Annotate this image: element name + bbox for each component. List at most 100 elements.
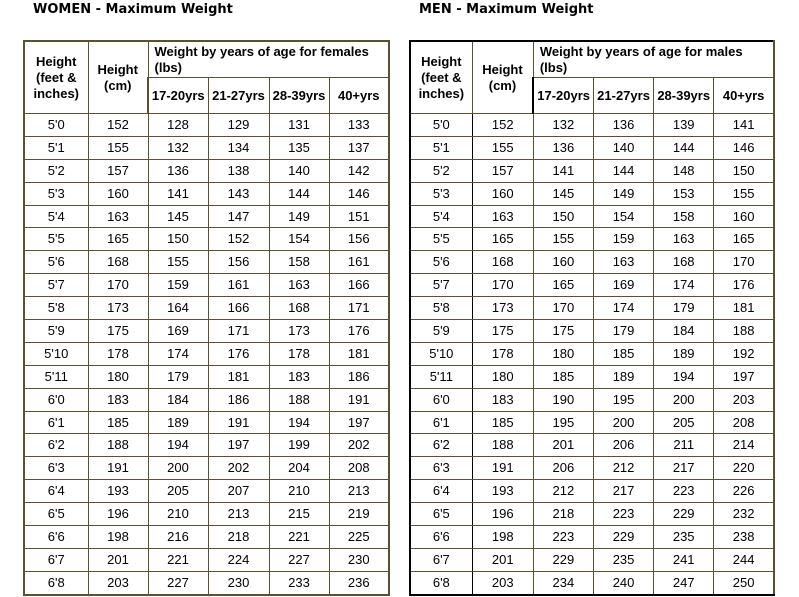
table-row: 5'7 170 159 161 163 166 (23, 273, 391, 298)
header-height-ft: Height (feet & inches) (408, 40, 473, 114)
cell-weight-40-plus: 142 (328, 158, 391, 183)
table-row: 5'2 157 136 138 140 142 (23, 158, 391, 183)
cell-weight-40-plus: 208 (713, 410, 776, 435)
cell-height-ft: 5'7 (23, 273, 89, 298)
cell-weight-17-20: 223 (532, 525, 594, 549)
cell-weight-21-27: 129 (207, 113, 270, 137)
cell-height-cm: 163 (87, 204, 149, 229)
cell-height-cm: 173 (471, 296, 534, 321)
cell-weight-17-20: 170 (532, 296, 594, 321)
cell-height-ft: 6'4 (23, 479, 89, 504)
cell-weight-17-20: 221 (147, 547, 209, 572)
cell-height-ft: 6'5 (408, 502, 473, 527)
cell-height-ft: 5'2 (408, 158, 473, 183)
cell-weight-21-27: 163 (592, 250, 655, 275)
cell-height-cm: 180 (87, 364, 149, 389)
cell-height-cm: 178 (87, 341, 149, 366)
cell-height-ft: 5'10 (23, 341, 89, 366)
cell-weight-28-39: 194 (268, 410, 330, 435)
cell-weight-21-27: 191 (207, 410, 270, 435)
cell-height-ft: 5'5 (408, 227, 473, 252)
table-row: 6'3 191 206 212 217 220 (408, 456, 776, 481)
cell-weight-28-39: 144 (653, 135, 715, 160)
cell-weight-17-20: 218 (532, 502, 594, 527)
cell-weight-17-20: 132 (147, 135, 209, 160)
cell-weight-21-27: 207 (207, 479, 270, 504)
cell-weight-28-39: 184 (653, 319, 715, 343)
cell-weight-40-plus: 244 (713, 547, 776, 572)
cell-height-ft: 5'5 (23, 227, 89, 252)
cell-height-ft: 6'2 (23, 433, 89, 458)
cell-weight-28-39: 168 (268, 296, 330, 321)
cell-weight-28-39: 200 (653, 387, 715, 412)
cell-weight-21-27: 169 (592, 273, 655, 298)
cell-weight-40-plus: 166 (328, 273, 391, 298)
table-row: 5'1 155 132 134 135 137 (23, 135, 391, 160)
table-row: 6'5 196 210 213 215 219 (23, 502, 391, 527)
table-row: 6'4 193 205 207 210 213 (23, 479, 391, 504)
cell-weight-40-plus: 214 (713, 433, 776, 458)
cell-weight-21-27: 240 (592, 570, 655, 596)
cell-height-cm: 203 (471, 570, 534, 596)
cell-weight-40-plus: 155 (713, 181, 776, 206)
cell-weight-21-27: 136 (592, 113, 655, 137)
cell-height-ft: 6'0 (23, 387, 89, 412)
cell-weight-28-39: 229 (653, 502, 715, 527)
cell-height-ft: 5'7 (408, 273, 473, 298)
table-row: 5'11 180 179 181 183 186 (23, 364, 391, 389)
cell-weight-28-39: 204 (268, 456, 330, 481)
cell-weight-28-39: 194 (653, 364, 715, 389)
table-row: 5'2 157 141 144 148 150 (408, 158, 776, 183)
cell-height-ft: 6'4 (408, 479, 473, 504)
cell-weight-28-39: 154 (268, 227, 330, 252)
cell-weight-28-39: 215 (268, 502, 330, 527)
header-height-ft: Height (feet & inches) (23, 40, 89, 114)
cell-height-cm: 193 (87, 479, 149, 504)
cell-height-cm: 188 (87, 433, 149, 458)
cell-weight-40-plus: 151 (328, 204, 391, 229)
table-row: 6'1 185 195 200 205 208 (408, 410, 776, 435)
table-row: 5'4 163 145 147 149 151 (23, 204, 391, 229)
table-row: 6'6 198 216 218 221 225 (23, 525, 391, 549)
cell-height-ft: 5'11 (23, 364, 89, 389)
cell-weight-40-plus: 181 (328, 341, 391, 366)
cell-weight-21-27: 179 (592, 319, 655, 343)
header-weight-group: Weight by years of age for females (lbs) (147, 40, 391, 78)
cell-weight-28-39: 217 (653, 456, 715, 481)
table-row: 5'4 163 150 154 158 160 (408, 204, 776, 229)
cell-weight-17-20: 180 (532, 341, 594, 366)
cell-weight-17-20: 160 (532, 250, 594, 275)
cell-weight-40-plus: 160 (713, 204, 776, 229)
cell-height-cm: 170 (87, 273, 149, 298)
cell-height-cm: 188 (471, 433, 534, 458)
cell-height-cm: 165 (87, 227, 149, 252)
cell-weight-21-27: 197 (207, 433, 270, 458)
cell-weight-40-plus: 133 (328, 113, 391, 137)
cell-height-ft: 5'0 (408, 113, 473, 137)
women-table-title: WOMEN - Maximum Weight (33, 2, 233, 17)
cell-height-cm: 175 (87, 319, 149, 343)
cell-weight-40-plus: 170 (713, 250, 776, 275)
cell-height-cm: 198 (87, 525, 149, 549)
cell-height-ft: 5'6 (23, 250, 89, 275)
cell-height-cm: 160 (87, 181, 149, 206)
cell-weight-21-27: 176 (207, 341, 270, 366)
table-row: 5'8 173 164 166 168 171 (23, 296, 391, 321)
cell-weight-28-39: 135 (268, 135, 330, 160)
cell-weight-28-39: 131 (268, 113, 330, 137)
cell-weight-40-plus: 137 (328, 135, 391, 160)
cell-height-cm: 170 (471, 273, 534, 298)
cell-height-ft: 5'3 (23, 181, 89, 206)
cell-height-cm: 168 (471, 250, 534, 275)
cell-weight-17-20: 174 (147, 341, 209, 366)
cell-weight-17-20: 141 (532, 158, 594, 183)
cell-weight-17-20: 190 (532, 387, 594, 412)
cell-weight-21-27: 235 (592, 547, 655, 572)
cell-weight-21-27: 134 (207, 135, 270, 160)
table-row: 5'3 160 141 143 144 146 (23, 181, 391, 206)
cell-height-cm: 201 (471, 547, 534, 572)
table-row: 5'5 165 150 152 154 156 (23, 227, 391, 252)
cell-weight-28-39: 205 (653, 410, 715, 435)
cell-weight-28-39: 163 (268, 273, 330, 298)
table-row: 6'6 198 223 229 235 238 (408, 525, 776, 549)
